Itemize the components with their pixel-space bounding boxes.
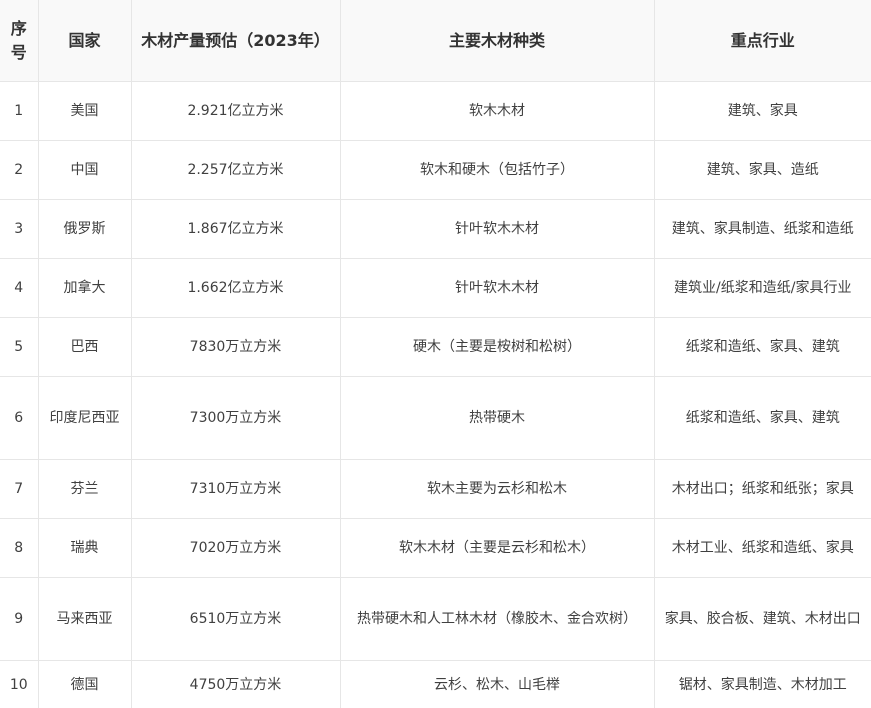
table-row: 1 美国 2.921亿立方米 软木木材 建筑、家具 bbox=[0, 81, 871, 141]
cell-index: 2 bbox=[0, 140, 39, 200]
cell-country: 瑞典 bbox=[38, 518, 132, 578]
cell-country: 德国 bbox=[38, 660, 132, 708]
table-row: 8 瑞典 7020万立方米 软木木材（主要是云杉和松木） 木材工业、纸浆和造纸、… bbox=[0, 518, 871, 578]
cell-industries: 纸浆和造纸、家具、建筑 bbox=[654, 376, 871, 460]
cell-wood-types: 云杉、松木、山毛榉 bbox=[340, 660, 655, 708]
table-header-row: 序号 国家 木材产量预估（2023年） 主要木材种类 重点行业 bbox=[0, 0, 871, 82]
cell-country: 美国 bbox=[38, 81, 132, 141]
cell-index: 7 bbox=[0, 459, 39, 519]
cell-industries: 建筑、家具、造纸 bbox=[654, 140, 871, 200]
cell-output: 1.867亿立方米 bbox=[131, 199, 341, 259]
cell-industries: 建筑、家具 bbox=[654, 81, 871, 141]
cell-wood-types: 软木木材 bbox=[340, 81, 655, 141]
cell-index: 9 bbox=[0, 577, 39, 661]
cell-index: 4 bbox=[0, 258, 39, 318]
cell-industries: 木材工业、纸浆和造纸、家具 bbox=[654, 518, 871, 578]
cell-industries: 纸浆和造纸、家具、建筑 bbox=[654, 317, 871, 377]
cell-wood-types: 软木主要为云杉和松木 bbox=[340, 459, 655, 519]
cell-output: 6510万立方米 bbox=[131, 577, 341, 661]
cell-output: 2.921亿立方米 bbox=[131, 81, 341, 141]
cell-wood-types: 针叶软木木材 bbox=[340, 258, 655, 318]
cell-wood-types: 热带硬木 bbox=[340, 376, 655, 460]
cell-output: 1.662亿立方米 bbox=[131, 258, 341, 318]
table-row: 2 中国 2.257亿立方米 软木和硬木（包括竹子） 建筑、家具、造纸 bbox=[0, 140, 871, 200]
cell-wood-types: 硬木（主要是桉树和松树） bbox=[340, 317, 655, 377]
header-industries: 重点行业 bbox=[654, 0, 871, 82]
cell-output: 7300万立方米 bbox=[131, 376, 341, 460]
header-output: 木材产量预估（2023年） bbox=[131, 0, 341, 82]
cell-index: 5 bbox=[0, 317, 39, 377]
cell-output: 7830万立方米 bbox=[131, 317, 341, 377]
cell-wood-types: 针叶软木木材 bbox=[340, 199, 655, 259]
cell-country: 中国 bbox=[38, 140, 132, 200]
table-row: 6 印度尼西亚 7300万立方米 热带硬木 纸浆和造纸、家具、建筑 bbox=[0, 376, 871, 460]
wood-production-table: 序号 国家 木材产量预估（2023年） 主要木材种类 重点行业 1 美国 2.9… bbox=[0, 0, 871, 708]
cell-industries: 木材出口；纸浆和纸张；家具 bbox=[654, 459, 871, 519]
cell-index: 1 bbox=[0, 81, 39, 141]
cell-output: 7020万立方米 bbox=[131, 518, 341, 578]
cell-country: 加拿大 bbox=[38, 258, 132, 318]
cell-country: 巴西 bbox=[38, 317, 132, 377]
table-row: 9 马来西亚 6510万立方米 热带硬木和人工林木材（橡胶木、金合欢树） 家具、… bbox=[0, 577, 871, 661]
cell-country: 芬兰 bbox=[38, 459, 132, 519]
cell-index: 10 bbox=[0, 660, 39, 708]
cell-wood-types: 热带硬木和人工林木材（橡胶木、金合欢树） bbox=[340, 577, 655, 661]
header-country: 国家 bbox=[38, 0, 132, 82]
cell-wood-types: 软木和硬木（包括竹子） bbox=[340, 140, 655, 200]
cell-industries: 锯材、家具制造、木材加工 bbox=[678, 676, 847, 693]
cell-index: 6 bbox=[0, 376, 39, 460]
table-row: 7 芬兰 7310万立方米 软木主要为云杉和松木 木材出口；纸浆和纸张；家具 bbox=[0, 459, 871, 519]
table-row: 5 巴西 7830万立方米 硬木（主要是桉树和松树） 纸浆和造纸、家具、建筑 bbox=[0, 317, 871, 377]
cell-country: 俄罗斯 bbox=[38, 199, 132, 259]
header-wood-types: 主要木材种类 bbox=[340, 0, 655, 82]
cell-index: 8 bbox=[0, 518, 39, 578]
cell-index: 3 bbox=[0, 199, 39, 259]
cell-country: 印度尼西亚 bbox=[38, 376, 132, 460]
cell-industries: 家具、胶合板、建筑、木材出口 bbox=[654, 577, 871, 661]
cell-country: 马来西亚 bbox=[38, 577, 132, 661]
table-row: 3 俄罗斯 1.867亿立方米 针叶软木木材 建筑、家具制造、纸浆和造纸 bbox=[0, 199, 871, 259]
table-row: 10 德国 4750万立方米 云杉、松木、山毛榉 锯材、家具制造、木材加工 bbox=[0, 660, 871, 708]
cell-output: 7310万立方米 bbox=[131, 459, 341, 519]
cell-output: 4750万立方米 bbox=[131, 660, 341, 708]
cell-industries: 建筑业/纸浆和造纸/家具行业 bbox=[654, 258, 871, 318]
cell-industries: 建筑、家具制造、纸浆和造纸 bbox=[654, 199, 871, 259]
cell-output: 2.257亿立方米 bbox=[131, 140, 341, 200]
header-index: 序号 bbox=[0, 0, 39, 82]
cell-wood-types: 软木木材（主要是云杉和松木） bbox=[340, 518, 655, 578]
table-row: 4 加拿大 1.662亿立方米 针叶软木木材 建筑业/纸浆和造纸/家具行业 bbox=[0, 258, 871, 318]
